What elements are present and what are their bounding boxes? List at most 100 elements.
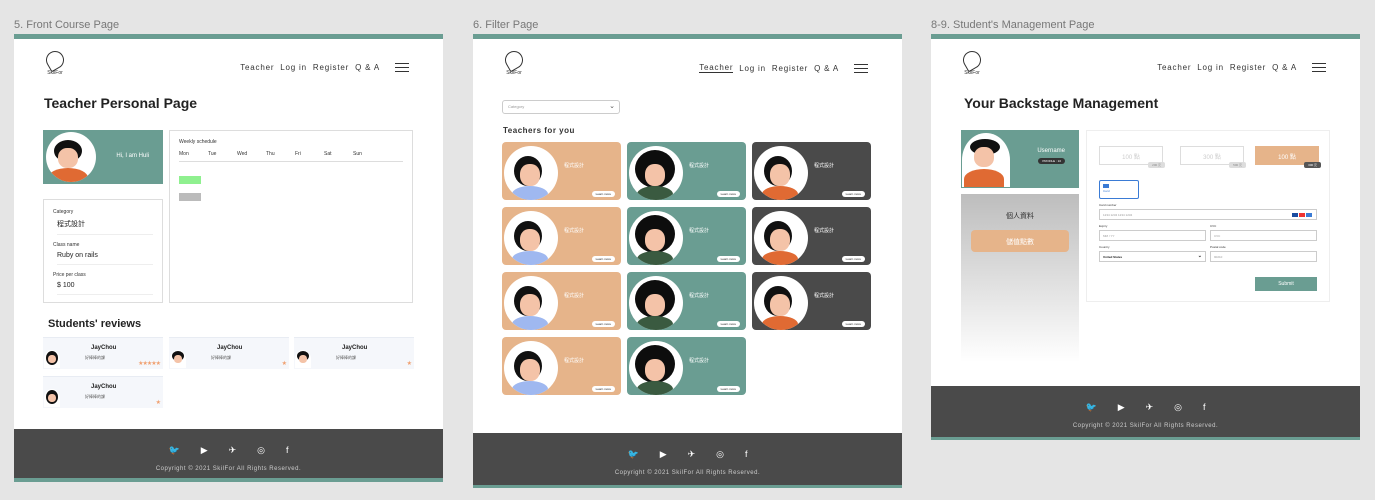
card-title: 程式設計 [814, 228, 835, 234]
telegram-icon[interactable]: ✈ [688, 449, 696, 460]
profile-badge: PROFILE : 10 [1038, 158, 1065, 164]
card-option[interactable]: Card [1099, 180, 1139, 199]
greeting: Hi, I am Huli [116, 153, 149, 159]
teacher-card[interactable]: 程式設計 Learn more [502, 337, 621, 395]
top-nav: Teacher Log in Register Q & A [699, 63, 868, 73]
price-option[interactable]: 300 點 500 元 [1180, 146, 1246, 168]
menu-wallet[interactable]: 儲值點數 [971, 230, 1069, 252]
price-option-selected[interactable]: 100 點 300 元 [1255, 146, 1321, 168]
nav-qa[interactable]: Q & A [1272, 63, 1297, 72]
schedule-title: Weekly schedule [179, 139, 217, 145]
teacher-card[interactable]: 程式設計 Learn more [627, 272, 746, 330]
teacher-avatar [504, 276, 558, 330]
teacher-card[interactable]: 程式設計 Learn more [627, 142, 746, 200]
learn-more-button[interactable]: Learn more [591, 191, 615, 197]
nav-teacher[interactable]: Teacher [240, 63, 274, 72]
learn-more-button[interactable]: Learn more [591, 386, 615, 392]
learn-more-button[interactable]: Learn more [716, 191, 740, 197]
facebook-icon[interactable]: f [286, 445, 289, 456]
cvc-field[interactable]: CVC [1210, 230, 1317, 241]
hamburger-icon[interactable] [1312, 63, 1326, 72]
teacher-avatar [504, 146, 558, 200]
learn-more-button[interactable]: Learn more [591, 256, 615, 262]
nav-qa[interactable]: Q & A [814, 64, 839, 73]
teacher-banner: Hi, I am Huli [43, 130, 163, 184]
youtube-icon[interactable]: ▶ [1118, 402, 1125, 413]
nav-register[interactable]: Register [1230, 63, 1266, 72]
card-title: 程式設計 [564, 358, 585, 364]
teacher-avatar [504, 341, 558, 395]
learn-more-button[interactable]: Learn more [716, 321, 740, 327]
learn-more-button[interactable]: Learn more [716, 386, 740, 392]
card-title: 程式設計 [689, 163, 710, 169]
teacher-card[interactable]: 程式設計 Learn more [627, 337, 746, 395]
teacher-avatar [629, 341, 683, 395]
footer: 🐦 ▶ ✈ ◎ f Copyright © 2021 SkilFor All R… [473, 433, 902, 488]
nav-register[interactable]: Register [772, 64, 808, 73]
learn-more-button[interactable]: Learn more [591, 321, 615, 327]
postal-field[interactable]: 90210 [1210, 251, 1317, 262]
learn-more-button[interactable]: Learn more [716, 256, 740, 262]
front-course-page: SkilFor Teacher Log in Register Q & A Te… [14, 34, 443, 482]
category-select[interactable]: Category ⌄ [502, 100, 620, 114]
logo[interactable]: SkilFor [501, 47, 527, 76]
teacher-card[interactable]: 程式設計 Learn more [502, 272, 621, 330]
teacher-card[interactable]: 程式設計 Learn more [627, 207, 746, 265]
star-rating: ★ [155, 400, 161, 406]
nav-register[interactable]: Register [313, 63, 349, 72]
teacher-card[interactable]: 程式設計 Learn more [502, 207, 621, 265]
learn-more-button[interactable]: Learn more [841, 256, 865, 262]
nav-qa[interactable]: Q & A [355, 63, 380, 72]
instagram-icon[interactable]: ◎ [1174, 402, 1182, 413]
teacher-card[interactable]: 程式設計 Learn more [752, 272, 871, 330]
weekly-schedule: Weekly schedule Mon Tue Wed Thu Fri Sat Sun [169, 130, 413, 303]
hamburger-icon[interactable] [395, 63, 409, 72]
facebook-icon[interactable]: f [745, 449, 748, 460]
nav-teacher[interactable]: Teacher [1157, 63, 1191, 72]
star-rating: ★ [281, 361, 287, 367]
class-value: Ruby on rails [57, 252, 153, 265]
frame-label: 5. Front Course Page [14, 19, 120, 31]
country-select[interactable]: United States ⌄ [1099, 251, 1206, 262]
copyright: Copyright © 2021 SkilFor All Rights Rese… [614, 470, 761, 476]
nav-login[interactable]: Log in [1197, 63, 1224, 72]
nav-login[interactable]: Log in [280, 63, 307, 72]
frame-label: 8-9. Student's Management Page [931, 19, 1095, 31]
expiry-field[interactable]: MM / YY [1099, 230, 1206, 241]
learn-more-button[interactable]: Learn more [841, 321, 865, 327]
menu-profile[interactable]: 個人資料 [961, 211, 1079, 221]
twitter-icon[interactable]: 🐦 [1085, 402, 1096, 413]
card-title: 程式設計 [814, 293, 835, 299]
telegram-icon[interactable]: ✈ [1146, 402, 1154, 413]
card-icon [1103, 184, 1109, 188]
chevron-down-icon: ⌄ [1197, 253, 1202, 259]
price-option[interactable]: 100 點 200 元 [1099, 146, 1165, 168]
twitter-icon[interactable]: 🐦 [168, 445, 179, 456]
logo[interactable]: SkilFor [42, 47, 68, 76]
card-number-field[interactable]: 1234 1234 1234 1234 [1099, 209, 1317, 220]
teacher-card[interactable]: 程式設計 Learn more [502, 142, 621, 200]
hamburger-icon[interactable] [854, 63, 868, 73]
learn-more-button[interactable]: Learn more [841, 191, 865, 197]
review-card: JayChou 好棒棒的課 ★★★★★ [43, 337, 163, 369]
youtube-icon[interactable]: ▶ [201, 445, 208, 456]
facebook-icon[interactable]: f [1203, 402, 1206, 413]
youtube-icon[interactable]: ▶ [660, 449, 667, 460]
logo[interactable]: SkilFor [959, 47, 985, 76]
teacher-card[interactable]: 程式設計 Learn more [752, 207, 871, 265]
instagram-icon[interactable]: ◎ [716, 449, 724, 460]
payment-panel: 100 點 200 元 300 點 500 元 100 點 300 元 Card Ca… [1086, 130, 1330, 302]
slot-booked[interactable] [179, 193, 201, 201]
nav-login[interactable]: Log in [739, 64, 766, 73]
teacher-card[interactable]: 程式設計 Learn more [752, 142, 871, 200]
category-value: 程式設計 [57, 219, 153, 235]
instagram-icon[interactable]: ◎ [257, 445, 265, 456]
nav-teacher[interactable]: Teacher [699, 63, 734, 73]
twitter-icon[interactable]: 🐦 [627, 449, 638, 460]
submit-button[interactable]: Submit [1255, 277, 1317, 291]
telegram-icon[interactable]: ✈ [229, 445, 237, 456]
teacher-avatar [754, 211, 808, 265]
teacher-avatar [629, 276, 683, 330]
slot-available[interactable] [179, 176, 201, 184]
card-title: 程式設計 [689, 293, 710, 299]
